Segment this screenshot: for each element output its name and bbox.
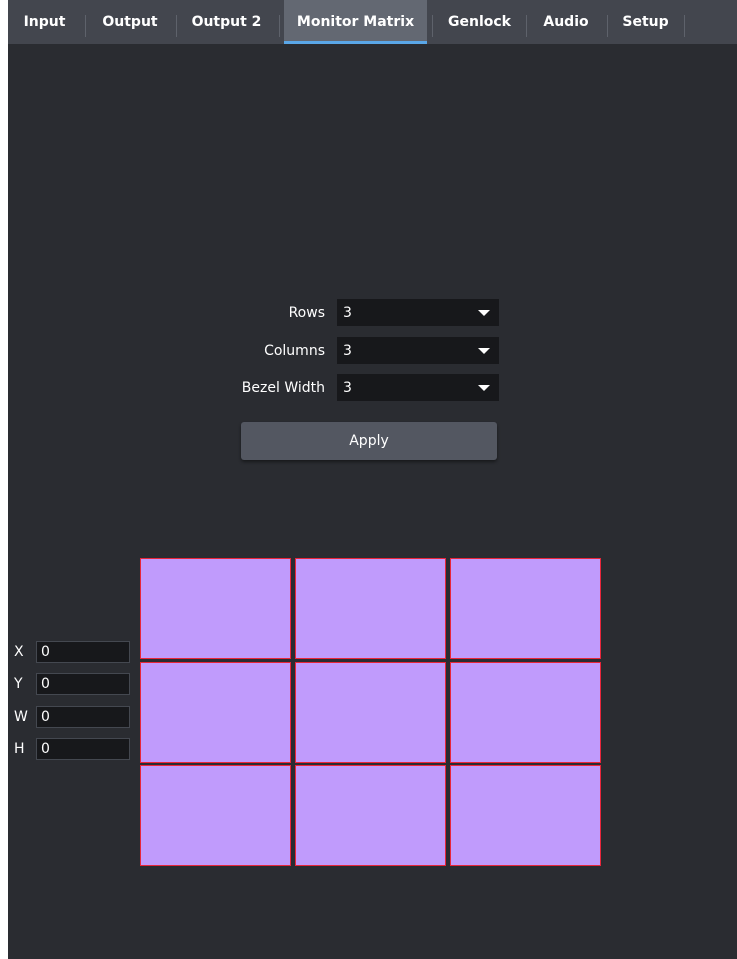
monitor-cell[interactable] [295, 558, 446, 659]
monitor-matrix-grid [140, 558, 605, 868]
columns-dropdown[interactable]: 3 [337, 337, 499, 364]
y-field[interactable]: 0 [36, 673, 130, 695]
tab-separator [279, 15, 280, 37]
tab-separator [684, 15, 685, 37]
columns-label: Columns [264, 342, 325, 359]
y-label: Y [14, 676, 23, 692]
h-label: H [14, 741, 25, 757]
h-field[interactable]: 0 [36, 738, 130, 760]
tab-monitor-matrix[interactable]: Monitor Matrix [284, 0, 427, 44]
tab-bar: Input Output Output 2 Monitor Matrix Gen… [8, 0, 737, 44]
monitor-cell[interactable] [450, 662, 601, 763]
monitor-cell[interactable] [295, 662, 446, 763]
tab-output[interactable]: Output [86, 0, 174, 44]
bezel-width-label: Bezel Width [241, 379, 325, 396]
tab-setup[interactable]: Setup [608, 0, 683, 44]
caret-down-icon [478, 348, 490, 354]
app-window: Input Output Output 2 Monitor Matrix Gen… [8, 0, 737, 959]
x-label: X [14, 644, 24, 660]
monitor-cell[interactable] [450, 765, 601, 866]
tab-input[interactable]: Input [8, 0, 81, 44]
tab-audio[interactable]: Audio [527, 0, 605, 44]
caret-down-icon [478, 385, 490, 391]
bezel-width-dropdown[interactable]: 3 [337, 374, 499, 401]
columns-value: 3 [343, 342, 352, 359]
apply-button[interactable]: Apply [241, 422, 497, 460]
monitor-cell[interactable] [450, 558, 601, 659]
tab-output-2[interactable]: Output 2 [177, 0, 276, 44]
rows-dropdown[interactable]: 3 [337, 299, 499, 326]
w-field[interactable]: 0 [36, 706, 130, 728]
x-field[interactable]: 0 [36, 641, 130, 663]
monitor-cell[interactable] [295, 765, 446, 866]
tab-separator [432, 15, 433, 37]
rows-value: 3 [343, 304, 352, 321]
bezel-width-value: 3 [343, 379, 352, 396]
tab-genlock[interactable]: Genlock [435, 0, 524, 44]
caret-down-icon [478, 310, 490, 316]
w-label: W [14, 709, 28, 725]
monitor-cell[interactable] [140, 662, 291, 763]
monitor-cell[interactable] [140, 765, 291, 866]
rows-label: Rows [288, 304, 325, 321]
monitor-cell[interactable] [140, 558, 291, 659]
